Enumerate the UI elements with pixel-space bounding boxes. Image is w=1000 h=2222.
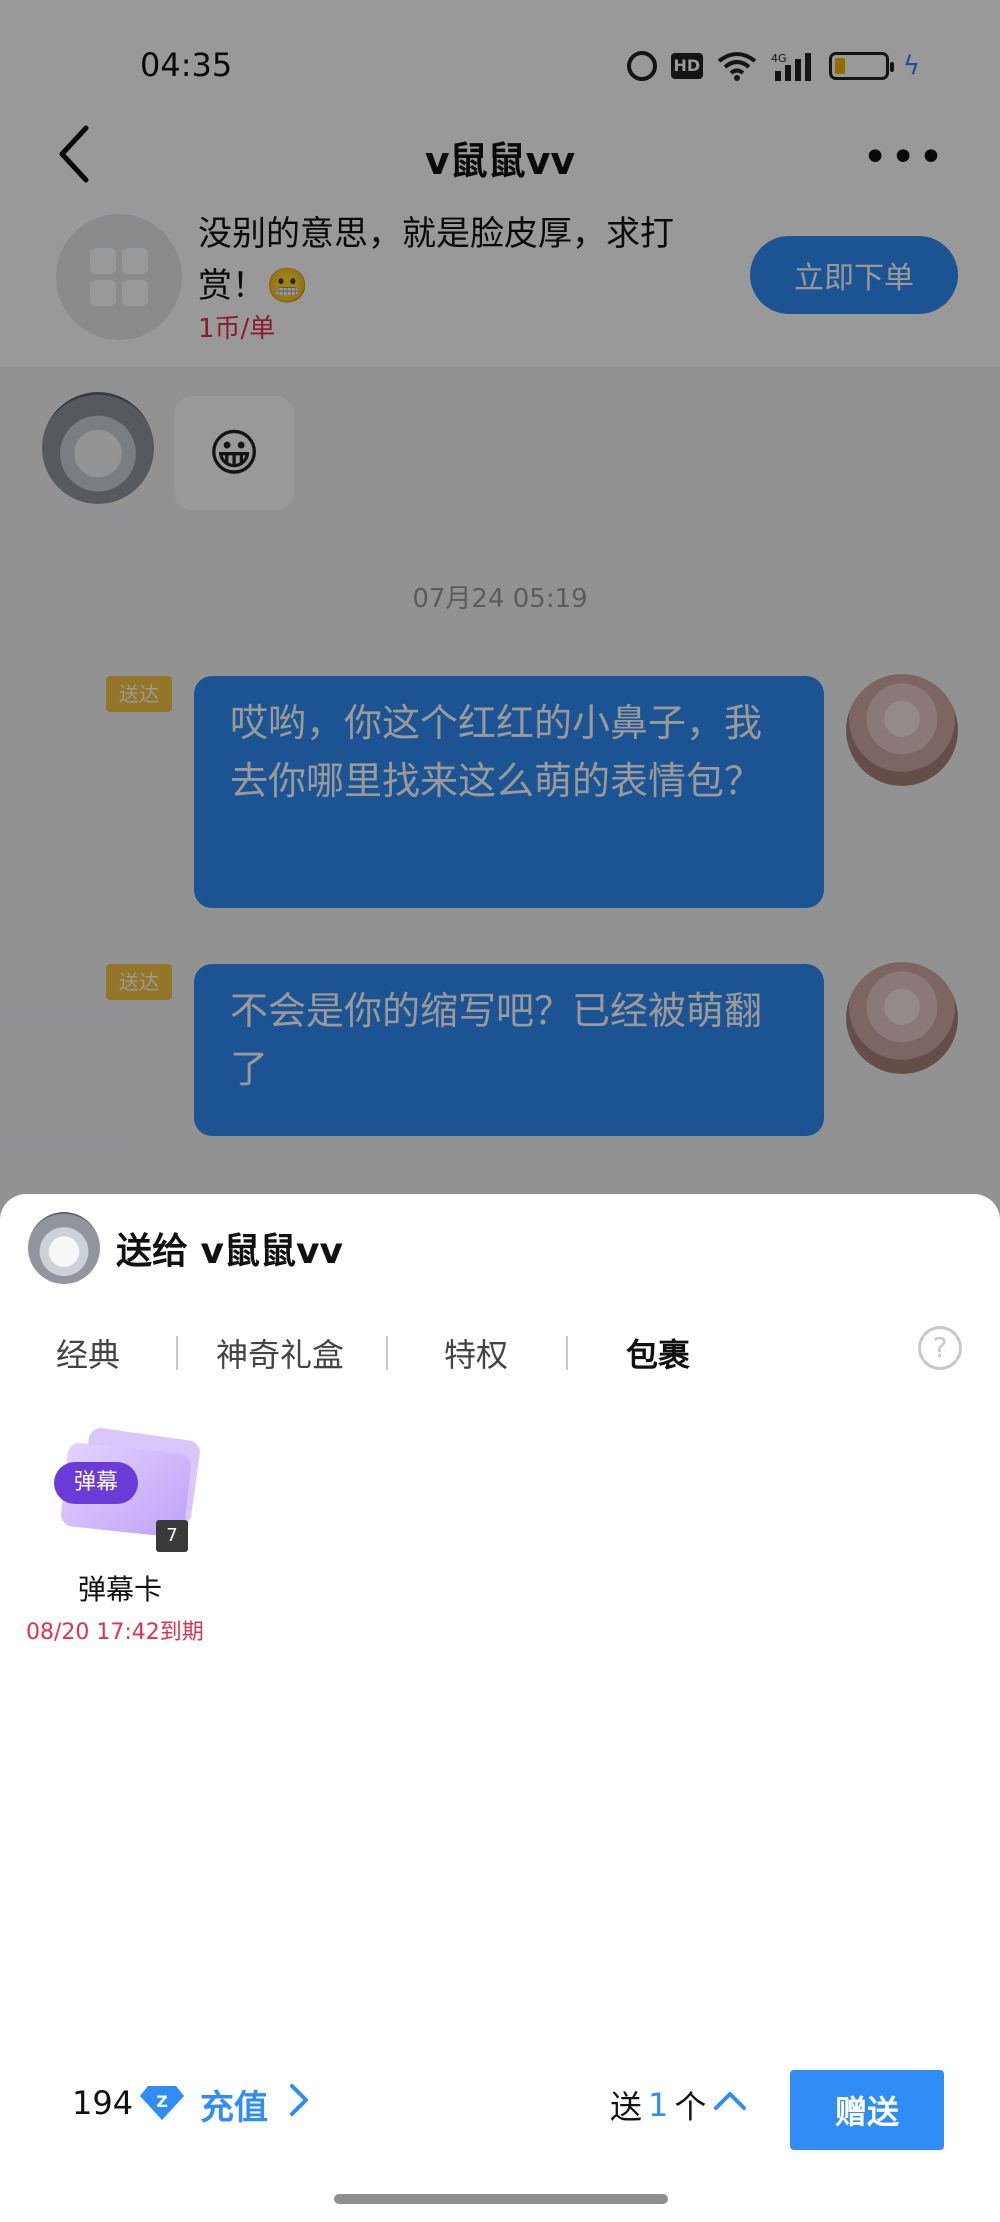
gift-tabs: 经典 神奇礼盒 特权 包裹 ? (0, 1310, 1000, 1390)
tab-package[interactable]: 包裹 (626, 1330, 690, 1376)
tab-privilege[interactable]: 特权 (444, 1330, 508, 1376)
chevron-right-icon[interactable] (286, 2080, 312, 2120)
gift-recipient: 送给 v鼠鼠vv (28, 1210, 343, 1286)
give-gift-button[interactable]: 赠送 (790, 2070, 944, 2150)
diamond-icon: Z (140, 2086, 184, 2120)
tab-classic[interactable]: 经典 (56, 1330, 120, 1376)
gift-sheet: 送给 v鼠鼠vv 经典 神奇礼盒 特权 包裹 ? 弹幕 7 弹幕卡 08/20 … (0, 1194, 1000, 2222)
quantity-value: 1 (648, 2086, 669, 2124)
recipient-label: 送给 v鼠鼠vv (116, 1231, 343, 1272)
svg-text:Z: Z (156, 2092, 168, 2111)
gift-expiry: 08/20 17:42到期 (26, 1620, 204, 1645)
quantity-prefix: 送 (610, 2088, 643, 2126)
tab-divider (566, 1336, 568, 1370)
gift-bottom-bar: 194 Z 充值 送 1 个 赠送 (0, 2054, 1000, 2154)
quantity-suffix: 个 (674, 2088, 707, 2126)
coin-balance: 194 (72, 2084, 134, 2122)
recipient-avatar (28, 1212, 100, 1284)
tab-magic-box[interactable]: 神奇礼盒 (216, 1330, 344, 1376)
home-indicator (334, 2194, 668, 2204)
card-tag: 弹幕 (54, 1462, 138, 1504)
tab-divider (386, 1336, 388, 1370)
item-count-badge: 7 (156, 1520, 188, 1552)
chevron-up-icon[interactable] (712, 2082, 748, 2118)
gift-item-danmaku-card[interactable]: 弹幕 7 弹幕卡 08/20 17:42到期 (20, 1426, 220, 1670)
gift-name: 弹幕卡 (77, 1573, 162, 1606)
quantity-selector[interactable]: 送 1 个 (610, 2082, 706, 2128)
tab-divider (176, 1336, 178, 1370)
recharge-link[interactable]: 充值 (200, 2080, 268, 2129)
help-icon[interactable]: ? (918, 1326, 962, 1370)
